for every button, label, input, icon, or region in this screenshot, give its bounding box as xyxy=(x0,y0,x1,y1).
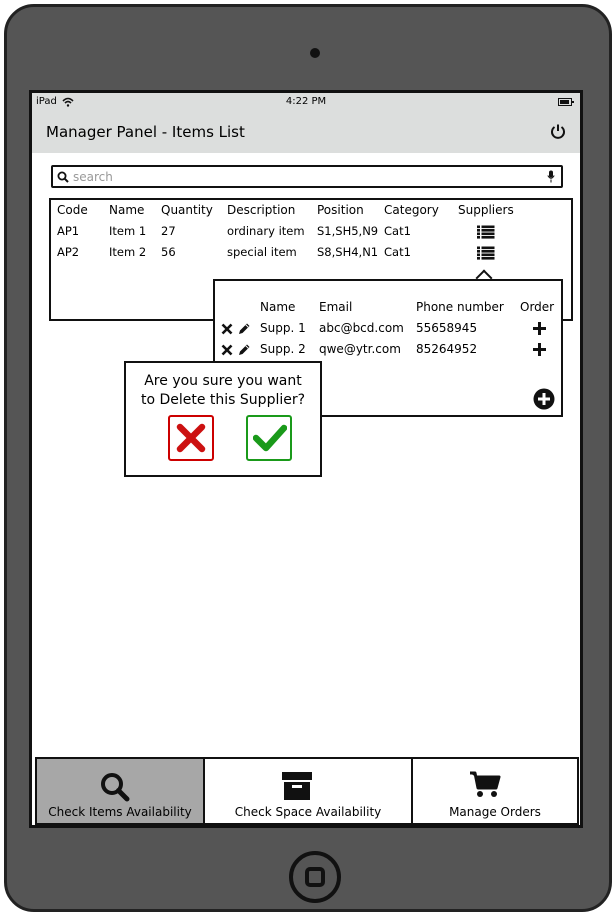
table-cell: 27 xyxy=(161,224,176,238)
page-title: Manager Panel - Items List xyxy=(46,123,245,141)
search-input[interactable] xyxy=(73,168,533,186)
table-cell: ordinary item xyxy=(227,224,305,238)
suppliers-list-icon[interactable] xyxy=(477,225,495,239)
home-button[interactable] xyxy=(289,851,341,903)
tab-label: Check Space Availability xyxy=(234,805,382,819)
tab-check-items-availability[interactable]: Check Items Availability xyxy=(35,757,205,825)
battery-icon xyxy=(558,98,574,106)
camera-dot xyxy=(310,48,320,58)
confirm-message-line: to Delete this Supplier? xyxy=(140,392,306,408)
close-icon xyxy=(176,423,206,453)
add-supplier-icon[interactable] xyxy=(533,388,555,410)
search-icon xyxy=(101,773,130,802)
table-cell: AP1 xyxy=(57,224,80,238)
tab-label: Manage Orders xyxy=(449,805,541,819)
edit-supplier-icon[interactable] xyxy=(237,322,251,336)
col-header-quantity: Quantity xyxy=(161,203,213,217)
search-icon xyxy=(57,171,69,183)
supplier-cell-name: Supp. 1 xyxy=(260,321,306,335)
tab-manage-orders[interactable]: Manage Orders xyxy=(411,757,579,825)
table-cell: Cat1 xyxy=(384,245,411,259)
col-header-suppliers: Suppliers xyxy=(458,203,514,217)
table-cell: 56 xyxy=(161,245,176,259)
cancel-delete-button[interactable] xyxy=(168,415,214,461)
checkmark-icon xyxy=(253,424,287,452)
suppliers-list-icon[interactable] xyxy=(477,246,495,260)
search-bar xyxy=(51,165,563,188)
delete-supplier-icon[interactable] xyxy=(221,344,233,356)
edit-supplier-icon[interactable] xyxy=(237,343,251,357)
shopping-cart-icon xyxy=(470,771,501,797)
order-plus-icon[interactable] xyxy=(533,322,546,335)
supplier-col-header-phone: Phone number xyxy=(416,300,504,314)
supplier-col-header-order: Order xyxy=(520,300,555,314)
confirm-delete-button[interactable] xyxy=(246,415,292,461)
delete-supplier-icon[interactable] xyxy=(221,323,233,335)
confirm-message-line: Are you sure you want xyxy=(144,373,302,389)
supplier-cell-phone: 55658945 xyxy=(416,321,478,335)
col-header-name: Name xyxy=(109,203,145,217)
table-cell: Item 2 xyxy=(109,245,147,259)
col-header-position: Position xyxy=(317,203,364,217)
delete-confirm-dialog: Are you sure you want to Delete this Sup… xyxy=(124,361,322,477)
col-header-category: Category xyxy=(384,203,439,217)
table-cell: AP2 xyxy=(57,245,80,259)
col-header-description: Description xyxy=(227,203,296,217)
bottom-tab-bar: Check Items Availability Check Space Ava… xyxy=(32,757,580,825)
status-time: 4:22 PM xyxy=(285,96,327,107)
tab-label: Check Items Availability xyxy=(48,805,192,819)
table-cell: Cat1 xyxy=(384,224,411,238)
microphone-icon[interactable] xyxy=(547,170,555,183)
table-cell: S1,SH5,N9 xyxy=(317,224,379,238)
confirm-message: Are you sure you want to Delete this Sup… xyxy=(126,372,320,410)
tab-check-space-availability[interactable]: Check Space Availability xyxy=(203,757,413,825)
table-cell: special item xyxy=(227,245,297,259)
home-button-square xyxy=(305,867,325,887)
archive-box-icon xyxy=(282,772,312,800)
app-header: Manager Panel - Items List xyxy=(32,111,580,153)
order-plus-icon[interactable] xyxy=(533,343,546,356)
table-cell: S8,SH4,N1 xyxy=(317,245,379,259)
power-icon[interactable] xyxy=(550,123,566,139)
supplier-col-header-name: Name xyxy=(260,300,296,314)
supplier-cell-email: abc@bcd.com xyxy=(319,321,404,335)
col-header-code: Code xyxy=(57,203,88,217)
status-bar: iPad 4:22 PM xyxy=(32,93,580,111)
supplier-col-header-email: Email xyxy=(319,300,353,314)
supplier-cell-phone: 85264952 xyxy=(416,342,478,356)
supplier-cell-email: qwe@ytr.com xyxy=(319,342,401,356)
app-screen: iPad 4:22 PM Manager Panel - Items List … xyxy=(29,90,583,828)
table-cell: Item 1 xyxy=(109,224,147,238)
supplier-cell-name: Supp. 2 xyxy=(260,342,306,356)
